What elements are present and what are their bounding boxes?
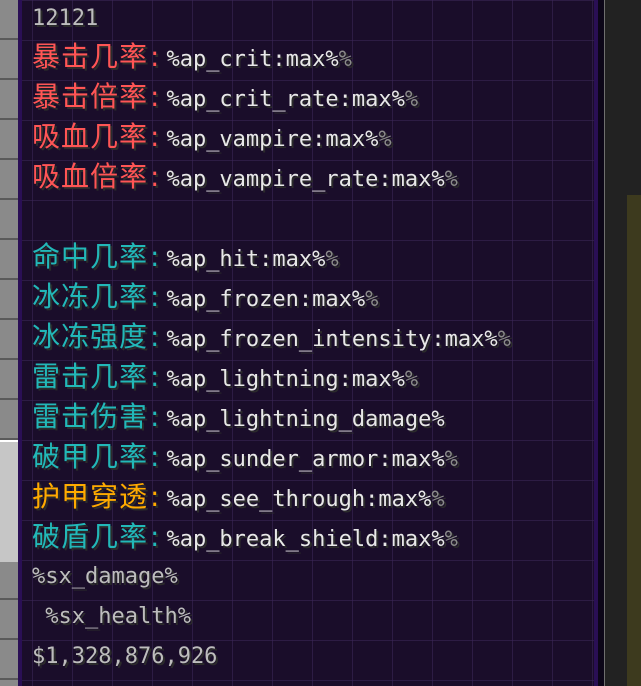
stat-separator: :	[150, 240, 161, 273]
stat-lightning-chance: 雷击几率: %ap_lightning:max%%	[32, 358, 418, 396]
stat-tail: %	[325, 247, 339, 272]
stat-tail: %	[444, 527, 458, 552]
footer-damage: %sx_damage%	[32, 564, 178, 589]
stat-separator: :	[150, 120, 161, 153]
footer-health: %sx_health%	[32, 604, 191, 629]
stat-separator: :	[150, 160, 161, 193]
stat-separator: :	[150, 280, 161, 313]
stat-value: %ap_crit_rate:max%	[166, 87, 405, 112]
stat-separator: :	[150, 520, 161, 553]
stat-armor-penetration: 护甲穿透: %ap_see_through:max%%	[32, 478, 445, 516]
stat-hit-chance: 命中几率: %ap_hit:max%%	[32, 238, 339, 276]
stat-vampire-chance: 吸血几率: %ap_vampire:max%%	[32, 118, 392, 156]
stat-label: 暴击几率	[32, 40, 149, 73]
stat-value: %ap_crit:max%	[166, 47, 339, 72]
stat-crit-rate: 暴击倍率: %ap_crit_rate:max%%	[32, 78, 418, 116]
stat-label: 命中几率	[32, 240, 149, 273]
stat-value: %ap_frozen:max%	[166, 287, 366, 312]
stat-label: 暴击倍率	[32, 80, 149, 113]
stat-separator: :	[150, 80, 161, 113]
stat-label: 破盾几率	[32, 520, 149, 553]
tooltip-header: 12121	[32, 6, 99, 31]
stat-tail: %	[378, 127, 392, 152]
stat-tail: %	[444, 167, 458, 192]
stat-value: %ap_hit:max%	[166, 247, 326, 272]
stat-tail: %	[404, 367, 419, 392]
stat-value: %ap_vampire_rate:max%	[166, 167, 445, 192]
background-tree-trunk	[627, 195, 641, 686]
stat-sunder-armor: 破甲几率: %ap_sunder_armor:max%%	[32, 438, 458, 476]
stat-label: 冰冻强度	[32, 320, 149, 353]
stat-value: %ap_lightning_damage%	[166, 407, 445, 432]
stat-label: 雷击几率	[32, 360, 149, 393]
stat-lightning-damage: 雷击伤害: %ap_lightning_damage%	[32, 398, 445, 436]
stat-value: %ap_vampire:max%	[166, 127, 379, 152]
stat-tail: %	[365, 287, 379, 312]
stat-value: %ap_frozen_intensity:max%	[166, 327, 498, 352]
stat-label: 冰冻几率	[32, 280, 149, 313]
stat-value: %ap_sunder_armor:max%	[166, 447, 445, 472]
stat-frozen-chance: 冰冻几率: %ap_frozen:max%%	[32, 278, 378, 316]
footer-price: $1,328,876,926	[32, 644, 218, 669]
stat-separator: :	[150, 440, 161, 473]
stat-tail: %	[404, 87, 419, 112]
stat-label: 吸血倍率	[32, 160, 149, 193]
stat-tail: %	[431, 487, 445, 512]
stat-value: %ap_see_through:max%	[166, 487, 432, 512]
stat-vampire-rate: 吸血倍率: %ap_vampire_rate:max%%	[32, 158, 458, 196]
stat-break-shield: 破盾几率: %ap_break_shield:max%%	[32, 518, 458, 556]
stat-separator: :	[150, 40, 161, 73]
stat-label: 吸血几率	[32, 120, 149, 153]
stat-crit-chance: 暴击几率: %ap_crit:max%%	[32, 38, 352, 76]
tooltip-shadow-edge	[598, 0, 604, 686]
stat-separator: :	[150, 360, 161, 393]
stat-tail: %	[497, 327, 511, 352]
stat-frozen-intensity: 冰冻强度: %ap_frozen_intensity:max%%	[32, 318, 511, 356]
stat-label: 护甲穿透	[32, 480, 149, 513]
stat-label: 雷击伤害	[32, 400, 149, 433]
stat-label: 破甲几率	[32, 440, 149, 473]
stat-value: %ap_break_shield:max%	[166, 527, 445, 552]
stat-tail: %	[338, 47, 352, 72]
stat-separator: :	[150, 400, 161, 433]
stat-value: %ap_lightning:max%	[166, 367, 405, 392]
stat-tail: %	[444, 447, 458, 472]
stat-separator: :	[150, 480, 161, 513]
stat-separator: :	[150, 320, 161, 353]
